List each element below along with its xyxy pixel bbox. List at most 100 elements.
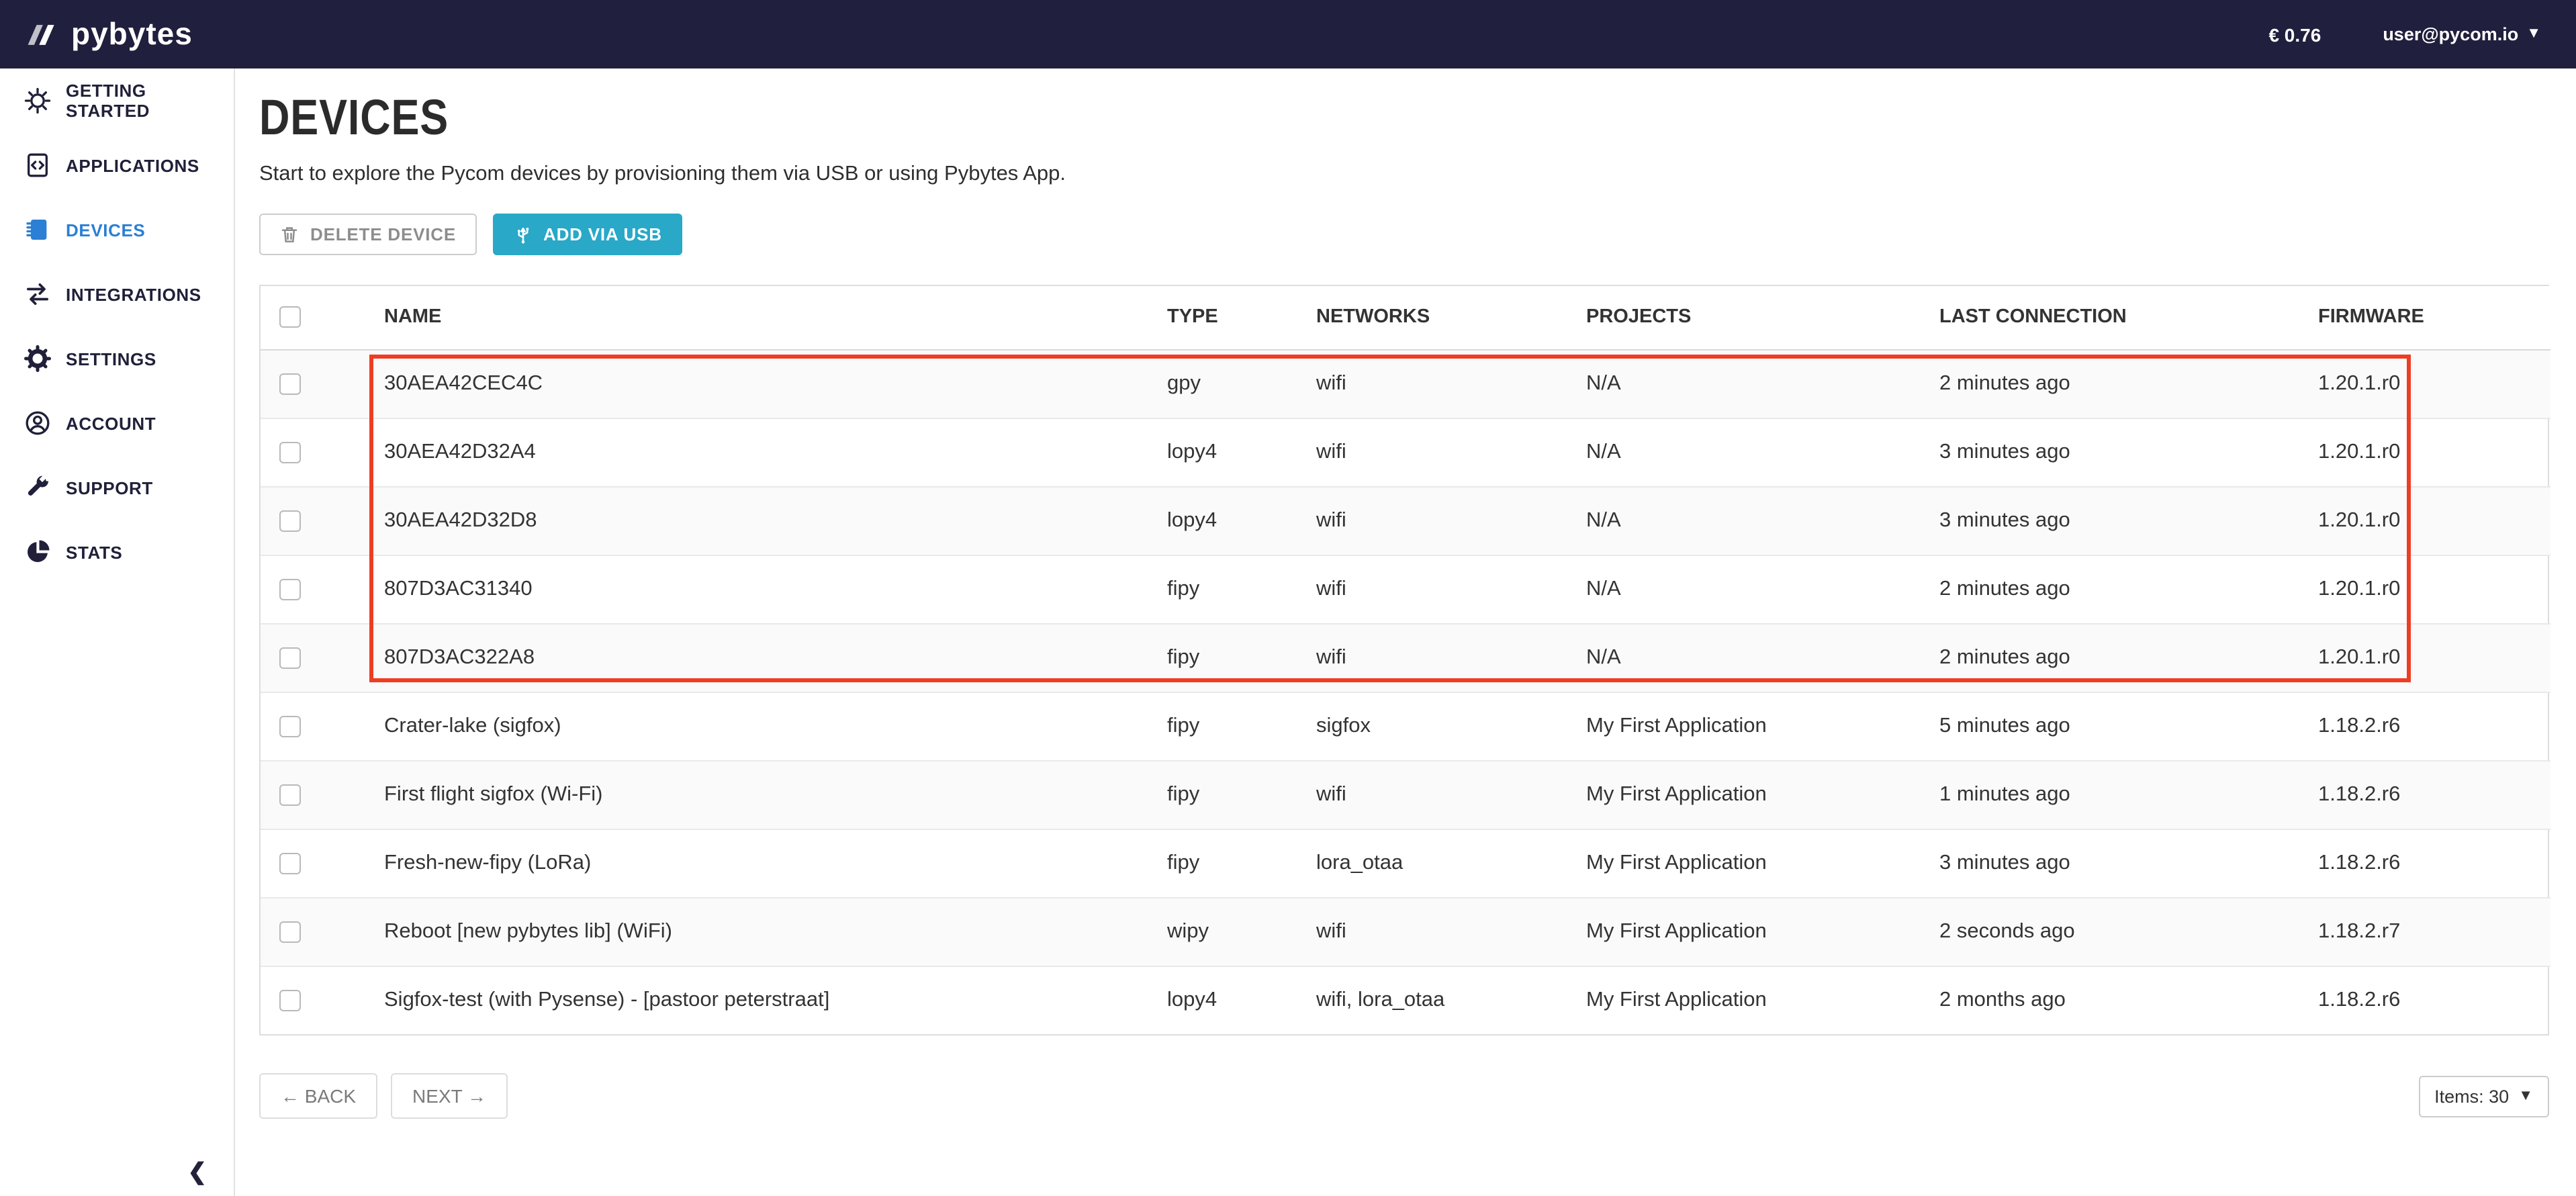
cell-device-type: lopy4 <box>1167 966 1316 1034</box>
column-header-name: NAME <box>384 286 1167 349</box>
cell-firmware: 1.20.1.r0 <box>2318 623 2550 692</box>
sidebar-item-label: GETTING STARTED <box>66 81 234 121</box>
cell-device-name: First flight sigfox (Wi-Fi) <box>384 760 1167 829</box>
table-row[interactable]: First flight sigfox (Wi-Fi) fipy wifi My… <box>261 760 2550 829</box>
cell-projects: N/A <box>1586 555 1939 623</box>
cell-networks: wifi <box>1316 897 1586 966</box>
cell-projects: N/A <box>1586 349 1939 418</box>
row-checkbox[interactable] <box>279 715 301 737</box>
cell-device-name: Fresh-new-fipy (LoRa) <box>384 829 1167 897</box>
back-button[interactable]: ← BACK <box>259 1073 377 1119</box>
row-checkbox[interactable] <box>279 510 301 531</box>
cell-projects: N/A <box>1586 486 1939 555</box>
row-checkbox[interactable] <box>279 852 301 874</box>
table-row[interactable]: Sigfox-test (with Pysense) - [pastoor pe… <box>261 966 2550 1034</box>
select-all-checkbox[interactable] <box>279 307 301 328</box>
cell-last-connection: 2 seconds ago <box>1939 897 2318 966</box>
sidebar-item-support[interactable]: SUPPORT <box>0 455 234 520</box>
cell-projects: My First Application <box>1586 692 1939 760</box>
column-header-firmware: FIRMWARE <box>2318 286 2550 349</box>
chevron-down-icon: ▼ <box>2526 27 2541 42</box>
cell-projects: N/A <box>1586 623 1939 692</box>
items-per-page-button[interactable]: Items: 30 ▼ <box>2418 1075 2549 1117</box>
next-button[interactable]: NEXT → <box>391 1073 508 1119</box>
cell-firmware: 1.20.1.r0 <box>2318 349 2550 418</box>
devices-table: NAME TYPE NETWORKS PROJECTS LAST CONNECT… <box>259 285 2549 1036</box>
cell-networks: wifi <box>1316 349 1586 418</box>
cell-device-type: fipy <box>1167 760 1316 829</box>
row-checkbox[interactable] <box>279 647 301 668</box>
cell-last-connection: 2 minutes ago <box>1939 555 2318 623</box>
cell-device-name: Reboot [new pybytes lib] (WiFi) <box>384 897 1167 966</box>
add-via-usb-button[interactable]: ADD VIA USB <box>492 214 682 255</box>
cell-device-name: Crater-lake (sigfox) <box>384 692 1167 760</box>
cell-projects: My First Application <box>1586 897 1939 966</box>
cell-firmware: 1.20.1.r0 <box>2318 555 2550 623</box>
wrench-icon <box>23 473 51 502</box>
cell-device-type: gpy <box>1167 349 1316 418</box>
column-header-projects: PROJECTS <box>1586 286 1939 349</box>
cell-device-type: fipy <box>1167 555 1316 623</box>
cell-last-connection: 3 minutes ago <box>1939 829 2318 897</box>
delete-device-button[interactable]: DELETE DEVICE <box>259 214 476 255</box>
table-row[interactable]: Fresh-new-fipy (LoRa) fipy lora_otaa My … <box>261 829 2550 897</box>
brand[interactable]: pybytes <box>24 16 193 52</box>
sidebar-item-integrations[interactable]: INTEGRATIONS <box>0 262 234 326</box>
cell-last-connection: 2 minutes ago <box>1939 623 2318 692</box>
swap-arrows-icon <box>23 280 51 308</box>
cell-last-connection: 5 minutes ago <box>1939 692 2318 760</box>
table-row[interactable]: Crater-lake (sigfox) fipy sigfox My Firs… <box>261 692 2550 760</box>
cell-device-type: fipy <box>1167 829 1316 897</box>
row-checkbox[interactable] <box>279 373 301 394</box>
cell-device-type: lopy4 <box>1167 418 1316 486</box>
sidebar-item-stats[interactable]: STATS <box>0 520 234 584</box>
cell-device-name: 30AEA42D32A4 <box>384 418 1167 486</box>
cell-device-name: 807D3AC322A8 <box>384 623 1167 692</box>
cell-last-connection: 3 minutes ago <box>1939 486 2318 555</box>
cell-device-type: wipy <box>1167 897 1316 966</box>
account-balance: € 0.76 <box>2268 24 2321 45</box>
pie-chart-icon <box>23 538 51 566</box>
cell-firmware: 1.20.1.r0 <box>2318 486 2550 555</box>
row-checkbox[interactable] <box>279 441 301 463</box>
sidebar-item-applications[interactable]: APPLICATIONS <box>0 133 234 197</box>
cell-device-type: lopy4 <box>1167 486 1316 555</box>
cell-networks: wifi <box>1316 486 1586 555</box>
cell-projects: N/A <box>1586 418 1939 486</box>
table-row[interactable]: 30AEA42D32D8 lopy4 wifi N/A 3 minutes ag… <box>261 486 2550 555</box>
sidebar-item-devices[interactable]: DEVICES <box>0 197 234 262</box>
sidebar-item-getting-started[interactable]: GETTING STARTED <box>0 68 234 133</box>
table-row[interactable]: 807D3AC31340 fipy wifi N/A 2 minutes ago… <box>261 555 2550 623</box>
row-checkbox[interactable] <box>279 990 301 1011</box>
cell-firmware: 1.18.2.r6 <box>2318 760 2550 829</box>
page-subtitle: Start to explore the Pycom devices by pr… <box>259 163 2576 187</box>
trash-icon <box>279 224 300 244</box>
page-title: DEVICES <box>259 93 2576 142</box>
table-row[interactable]: Reboot [new pybytes lib] (WiFi) wipy wif… <box>261 897 2550 966</box>
sidebar-item-label: ACCOUNT <box>66 413 156 433</box>
column-header-networks: NETWORKS <box>1316 286 1586 349</box>
user-menu[interactable]: user@pycom.io ▼ <box>2383 24 2541 44</box>
cell-device-name: Sigfox-test (with Pysense) - [pastoor pe… <box>384 966 1167 1034</box>
row-checkbox[interactable] <box>279 921 301 942</box>
sidebar-collapse-button[interactable]: ❮ <box>188 1158 208 1185</box>
cell-networks: wifi <box>1316 760 1586 829</box>
cell-last-connection: 3 minutes ago <box>1939 418 2318 486</box>
table-row[interactable]: 30AEA42D32A4 lopy4 wifi N/A 3 minutes ag… <box>261 418 2550 486</box>
row-checkbox[interactable] <box>279 784 301 805</box>
pagination: ← BACK NEXT → Items: 30 ▼ <box>259 1073 2549 1119</box>
sidebar-item-settings[interactable]: SETTINGS <box>0 326 234 391</box>
chevron-down-icon: ▼ <box>2518 1089 2533 1103</box>
cell-firmware: 1.18.2.r7 <box>2318 897 2550 966</box>
cell-networks: wifi, lora_otaa <box>1316 966 1586 1034</box>
cell-networks: sigfox <box>1316 692 1586 760</box>
cell-firmware: 1.18.2.r6 <box>2318 692 2550 760</box>
table-row[interactable]: 807D3AC322A8 fipy wifi N/A 2 minutes ago… <box>261 623 2550 692</box>
row-checkbox[interactable] <box>279 578 301 600</box>
sidebar-item-account[interactable]: ACCOUNT <box>0 391 234 455</box>
table-row[interactable]: 30AEA42CEC4C gpy wifi N/A 2 minutes ago … <box>261 349 2550 418</box>
user-email: user@pycom.io <box>2383 24 2518 44</box>
cell-firmware: 1.20.1.r0 <box>2318 418 2550 486</box>
app-window: pybytes € 0.76 user@pycom.io ▼ GETTING S… <box>0 0 2576 1196</box>
cell-projects: My First Application <box>1586 966 1939 1034</box>
